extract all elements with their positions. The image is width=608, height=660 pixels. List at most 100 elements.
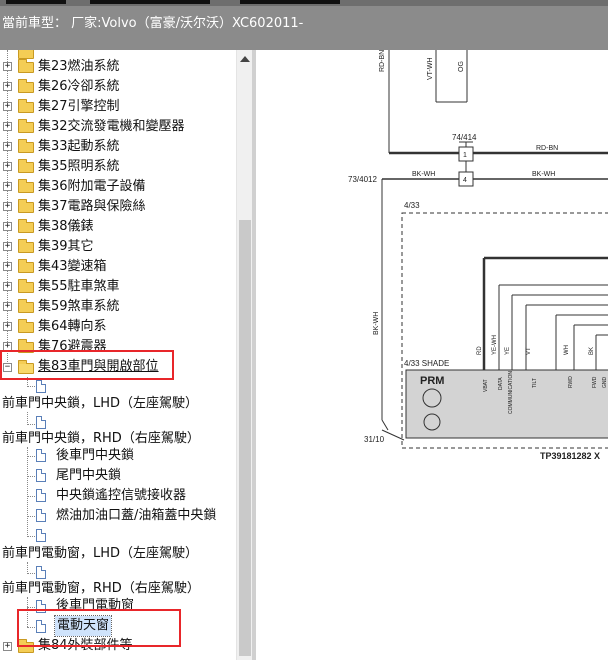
tree-item-remote-receiver[interactable]: 中央鎖遙控信號接收器 (56, 486, 186, 506)
tree-group[interactable]: 集26冷卻系統 (38, 77, 120, 97)
expand-toggle-icon[interactable]: + (3, 262, 12, 271)
tree-line (27, 456, 35, 457)
wire-label: WH (564, 345, 570, 355)
document-icon[interactable] (36, 449, 46, 462)
expand-toggle-icon[interactable]: + (3, 62, 12, 71)
tree-group[interactable]: 集33起動系統 (38, 137, 120, 157)
scroll-up-arrow-icon[interactable] (240, 56, 250, 62)
expand-toggle-icon[interactable]: + (3, 322, 12, 331)
tree-group[interactable]: 集36附加電子設備 (38, 177, 146, 197)
expand-toggle-icon[interactable]: + (3, 142, 12, 151)
tree-group[interactable]: 集64轉向系 (38, 317, 107, 337)
expand-toggle-icon[interactable]: + (3, 82, 12, 91)
pin-label: TILT (532, 378, 538, 388)
tree-group-label: 集27引擎控制 (38, 99, 120, 114)
tree-group[interactable]: 集55駐車煞車 (38, 277, 120, 297)
wire-label: RD (477, 346, 483, 355)
document-icon[interactable] (36, 469, 46, 482)
wire-label: OG (458, 61, 465, 72)
highlight-box (0, 350, 174, 380)
tree-group[interactable]: 集39其它 (38, 237, 94, 257)
tree-group-label: 集32交流發電機和變壓器 (38, 119, 185, 134)
pin-label: 4 (463, 177, 467, 184)
wire-label: BK-WH (532, 171, 555, 178)
folder-icon (18, 139, 34, 153)
tree-item-tailgate-lock[interactable]: 尾門中央鎖 (56, 466, 121, 486)
tree-group-label: 集38儀錶 (38, 219, 94, 234)
tree-line (27, 536, 35, 537)
tree-group[interactable]: 集43變速箱 (38, 257, 107, 277)
tree-group-label: 集35照明系統 (38, 159, 120, 174)
tree-line (27, 516, 35, 517)
tree-group[interactable]: 集38儀錶 (38, 217, 94, 237)
expand-toggle-icon[interactable]: + (3, 642, 12, 651)
tree-line (27, 573, 35, 574)
document-icon[interactable] (36, 380, 46, 393)
tree-group-label: 集23燃油系統 (38, 59, 120, 74)
tree-group-label: 集55駐車煞車 (38, 279, 120, 294)
folder-icon (18, 199, 34, 213)
expand-toggle-icon[interactable]: + (3, 222, 12, 231)
connector-label: 74/414 (452, 133, 477, 142)
wire-label: YE (505, 347, 511, 355)
tree-group-label: 集59煞車系統 (38, 299, 120, 314)
wire-label: VT (526, 347, 532, 355)
tree-group[interactable]: 集23燃油系統 (38, 57, 120, 77)
folder-icon (18, 319, 34, 333)
tree-item-label: 尾門中央鎖 (56, 468, 122, 483)
tree-line (27, 607, 35, 608)
window-tab[interactable] (6, 0, 66, 4)
tree-item-front-window-lhd[interactable]: 前車門電動窗，LHD（左座駕駛） (2, 544, 198, 564)
tree-item-fuel-cap-lock[interactable]: 燃油加油口蓋/油箱蓋中央鎖 (56, 506, 216, 526)
tree-group-label: 集39其它 (38, 239, 94, 254)
wire-label: BK (589, 347, 595, 355)
tree-group[interactable]: 集59煞車系統 (38, 297, 120, 317)
wire-line (381, 429, 405, 441)
expand-toggle-icon[interactable]: + (3, 102, 12, 111)
window-tab[interactable] (90, 0, 210, 4)
tree-group[interactable]: 集32交流發電機和變壓器 (38, 117, 185, 137)
pin-label: VBAT (483, 379, 489, 392)
document-icon[interactable] (36, 509, 46, 522)
document-icon[interactable] (36, 529, 46, 542)
component-label: 4/33 SHADE (404, 359, 449, 368)
document-icon[interactable] (36, 566, 46, 579)
tree-group[interactable]: 集37電路與保險絲 (38, 197, 146, 217)
tree-item-label: 前車門中央鎖，LHD（左座駕駛） (2, 396, 199, 411)
expand-toggle-icon[interactable]: + (3, 122, 12, 131)
expand-toggle-icon[interactable]: + (3, 162, 12, 171)
wiring-diagram-svg: RD-BN VT-WH OG RD-BN 74/414 1 4 73/4012 … (348, 50, 608, 461)
expand-toggle-icon[interactable]: + (3, 182, 12, 191)
wire-label: BK-WH (373, 312, 380, 335)
tree-item-rear-door-lock[interactable]: 後車門中央鎖 (56, 446, 134, 466)
tree-group[interactable]: 集27引擎控制 (38, 97, 120, 117)
folder-icon (18, 179, 34, 193)
folder-icon (18, 50, 34, 59)
ground-label: 31/10 (364, 435, 385, 444)
tree-scrollbar[interactable] (236, 50, 252, 660)
expand-toggle-icon[interactable]: + (3, 302, 12, 311)
tree-group-label: 集43變速箱 (38, 259, 107, 274)
tree-group-label: 集33起動系統 (38, 139, 120, 154)
tree-line (27, 447, 28, 537)
window-tab[interactable] (240, 0, 340, 4)
tree-item-front-lock-lhd[interactable]: 前車門中央鎖，LHD（左座駕駛） (2, 394, 198, 414)
tree-line (27, 386, 35, 387)
expand-toggle-icon[interactable]: + (3, 282, 12, 291)
pin-label: DATA (498, 377, 504, 390)
document-icon[interactable] (36, 416, 46, 429)
scrollbar-thumb[interactable] (239, 220, 251, 656)
tree-group-label: 集26冷卻系統 (38, 79, 120, 94)
pin-label: 1 (463, 152, 467, 159)
reference-code: TP39181282 X (540, 451, 600, 461)
tree-line (27, 496, 35, 497)
tree-item-label: 後車門中央鎖 (56, 448, 135, 463)
tree-group[interactable]: 集35照明系統 (38, 157, 120, 177)
connector-label: 73/4012 (348, 175, 377, 184)
vehicle-label: 當前車型： 厂家:Volvo（富豪/沃尔沃）XC602011- (2, 16, 304, 31)
expand-toggle-icon[interactable]: + (3, 202, 12, 211)
tree-item-label: 前車門電動窗，LHD（左座駕駛） (2, 546, 199, 561)
document-icon[interactable] (36, 489, 46, 502)
expand-toggle-icon[interactable]: + (3, 242, 12, 251)
tree-item-label: 中央鎖遙控信號接收器 (56, 488, 187, 503)
